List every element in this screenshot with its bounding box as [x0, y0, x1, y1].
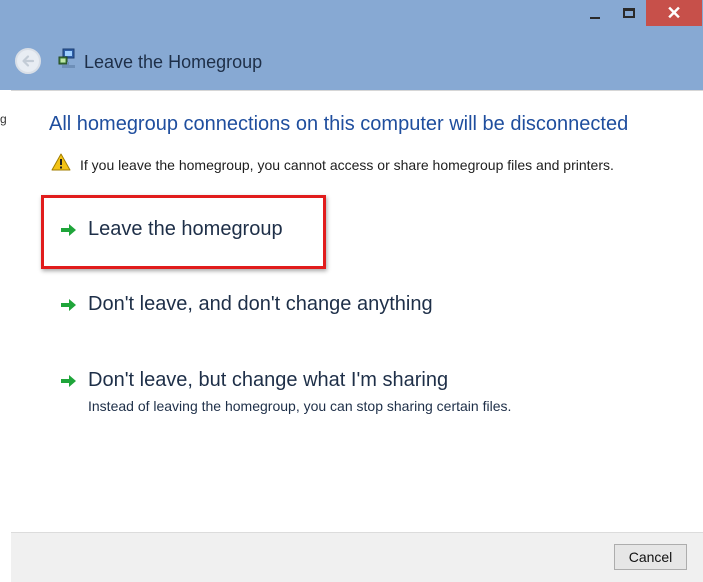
homegroup-window: ✕ Leave the Homegroup g All homegroup co… [0, 0, 703, 582]
minimize-button[interactable] [578, 0, 612, 26]
navigation-bar: Leave the Homegroup [0, 33, 703, 89]
green-arrow-icon [61, 299, 76, 311]
close-icon: ✕ [666, 3, 682, 23]
warning-text: If you leave the homegroup, you cannot a… [80, 157, 614, 173]
close-button[interactable]: ✕ [646, 0, 702, 26]
back-button[interactable] [15, 48, 41, 74]
green-arrow-icon [61, 375, 76, 387]
back-arrow-icon [22, 55, 35, 67]
homegroup-icon [58, 48, 75, 68]
leave-homegroup-option[interactable]: Leave the homegroup [60, 218, 320, 248]
main-content: All homegroup connections on this comput… [11, 90, 703, 533]
option-label: Leave the homegroup [88, 218, 283, 240]
green-arrow-icon [61, 224, 76, 236]
option-label: Don't leave, but change what I'm sharing [88, 369, 449, 391]
warning-icon [51, 153, 71, 171]
footer-bar: Cancel [11, 532, 703, 582]
option-label: Don't leave, and don't change anything [88, 293, 433, 315]
option-description: Instead of leaving the homegroup, you ca… [88, 398, 512, 414]
minimize-icon [590, 17, 600, 19]
change-sharing-option[interactable]: Don't leave, but change what I'm sharing… [60, 369, 580, 417]
left-frame [0, 90, 11, 582]
maximize-icon [623, 8, 635, 18]
background-window-text: g [0, 112, 7, 126]
page-heading: All homegroup connections on this comput… [49, 113, 629, 135]
window-title: Leave the Homegroup [84, 52, 263, 72]
maximize-button[interactable] [612, 0, 646, 26]
dont-leave-option[interactable]: Don't leave, and don't change anything [60, 293, 460, 323]
cancel-button[interactable]: Cancel [614, 544, 687, 570]
